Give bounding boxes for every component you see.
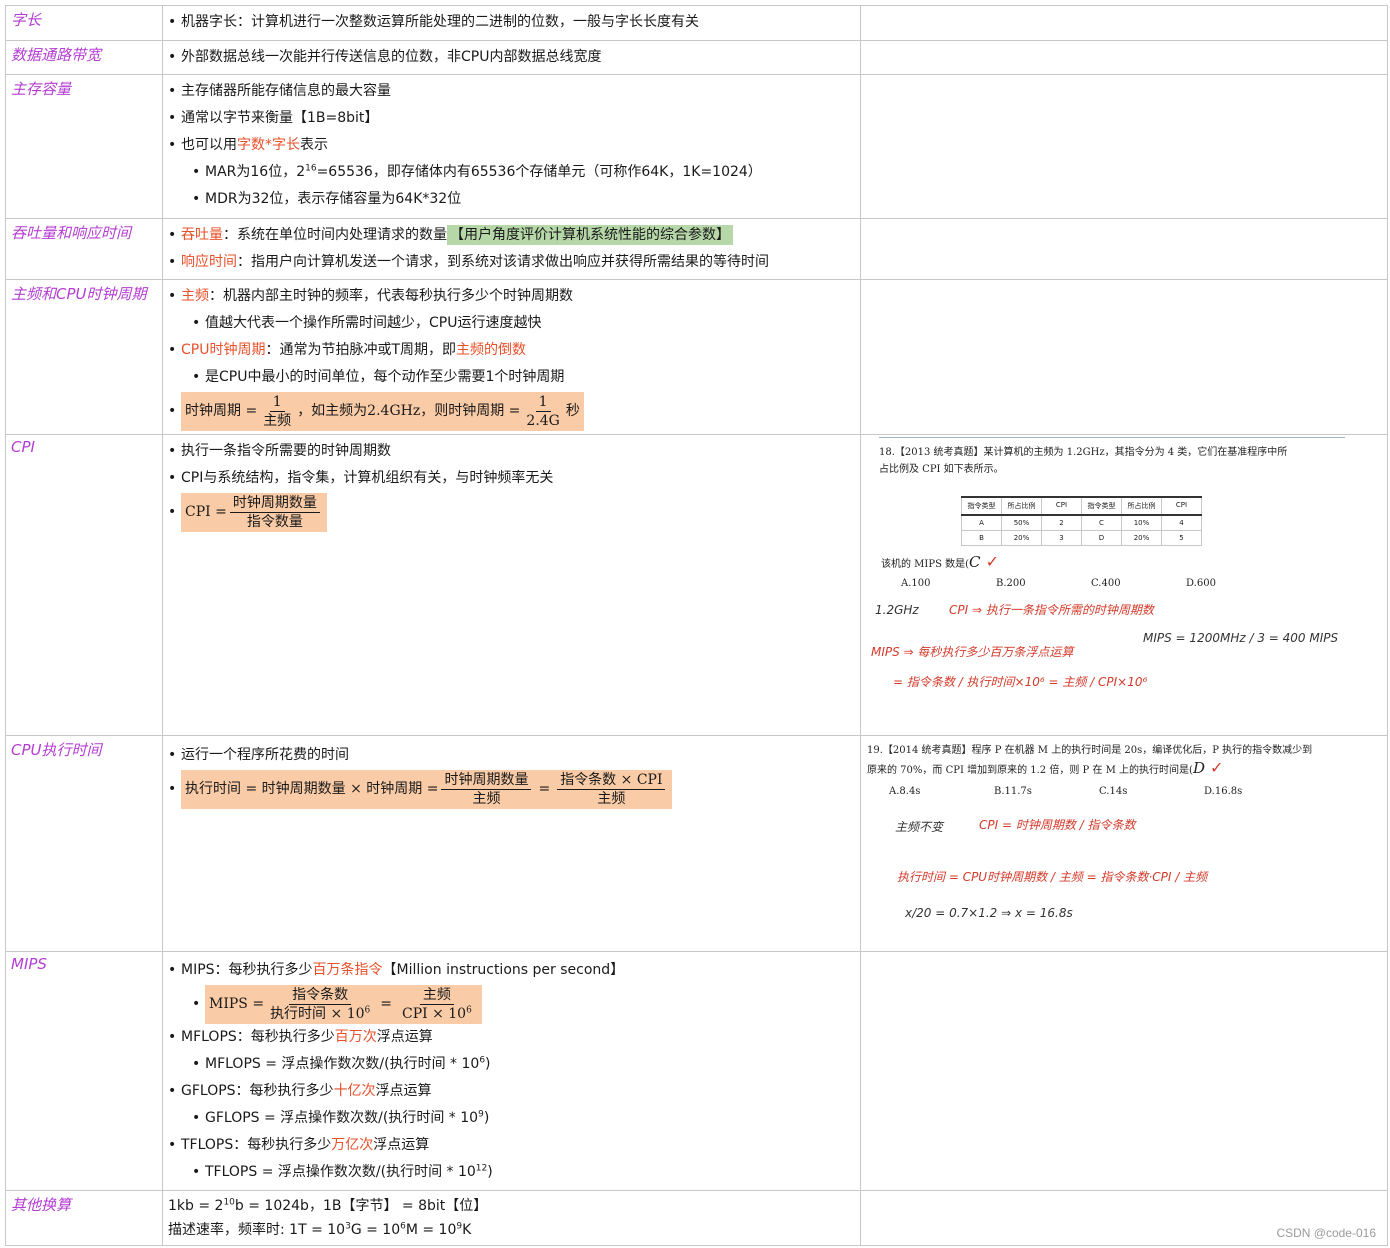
watermark: CSDN @code-016 (1276, 1226, 1376, 1240)
notes-table: 字长 机器字长：计算机进行一次整数运算所能处理的二进制的位数，一般与字长长度有关… (5, 5, 1388, 1246)
exam-cpi-table: 指令类型 所占比例 CPI 指令类型 所占比例 CPI A 50% 2 C 10% 4 B 20%… (961, 496, 1202, 546)
highlight: 【用户角度评价计算机系统性能的综合参数】 (447, 225, 733, 245)
bullet-item: 吞吐量：系统在单位时间内处理请求的数量【用户角度评价计算机系统性能的综合参数】 (168, 222, 855, 249)
bullet-item: MFLOPS：每秒执行多少百万次浮点运算 (168, 1024, 855, 1051)
bullet-sub-item: MIPS = 指令条数执行时间 × 106 = 主频CPI × 106 (192, 984, 855, 1024)
bullet-item: CPI与系统结构，指令集，计算机组织有关，与时钟频率无关 (168, 465, 855, 492)
fraction: 1 主频 (263, 393, 292, 429)
bullet-item: 机器字长：计算机进行一次整数运算所能处理的二进制的位数，一般与字长长度有关 (168, 9, 855, 36)
row-cpu-time: CPU执行时间 运行一个程序所花费的时间 执行时间 = 时钟周期数量 × 时钟周… (5, 735, 1388, 952)
image-cell (860, 951, 1388, 1191)
formula-box: 执行时间 = 时钟周期数量 × 时钟周期 = 时钟周期数量主频 = 指令条数 ×… (181, 769, 673, 809)
content-cell: 主存储器所能存储信息的最大容量 通常以字节来衡量【1B=8bit】 也可以用字数… (162, 74, 861, 219)
formula-box: CPI = 时钟周期数量指令数量 (181, 492, 327, 532)
handwritten-note: 主频不变 (895, 820, 944, 834)
handwritten-note: x/20 = 0.7×1.2 ⇒ x = 16.8s (905, 906, 1073, 920)
handwritten-note: MIPS ⇒ 每秒执行多少百万条浮点运算 (871, 645, 1074, 659)
exam-question-2013: 18.【2013 统考真题】某计算机的主频为 1.2GHz，其指令分为 4 类，… (879, 447, 1288, 475)
image-top-rule (879, 437, 1345, 438)
bullet-item: 运行一个程序所花费的时间 (168, 742, 855, 769)
bullet-item: 主频：机器内部主时钟的频率，代表每秒执行多少个时钟周期数 (168, 283, 855, 310)
bullet-item: 执行一条指令所需要的时钟周期数 (168, 438, 855, 465)
bullet-sub-item: TFLOPS = 浮点操作数次数/(执行时间 * 1012) (192, 1159, 855, 1186)
handwritten-note: 执行时间 = CPU时钟周期数 / 主频 = 指令条数·CPI / 主频 (897, 870, 1208, 884)
bullet-item: MIPS：每秒执行多少百万条指令【Million instructions pe… (168, 957, 855, 984)
image-cell (860, 40, 1388, 75)
fraction: 主频 CPI × 106 (401, 986, 472, 1022)
bullet-item: 也可以用字数*字长表示 (168, 132, 855, 159)
row-memory-capacity: 主存容量 主存储器所能存储信息的最大容量 通常以字节来衡量【1B=8bit】 也… (5, 74, 1388, 219)
fraction: 指令条数 执行时间 × 106 (270, 986, 371, 1022)
term-cell: 其他换算 (5, 1190, 163, 1246)
exam-image-cell: 19.【2014 统考真题】程序 P 在机器 M 上的执行时间是 20s，编译优… (860, 735, 1388, 952)
formula-box: 时钟周期 = 1主频 ，如主频为2.4GHz，则时钟周期 = 12.4G 秒 (181, 391, 584, 431)
content-cell: 主频：机器内部主时钟的频率，代表每秒执行多少个时钟周期数 值越大代表一个操作所需… (162, 279, 861, 435)
formula-box: MIPS = 指令条数执行时间 × 106 = 主频CPI × 106 (205, 984, 482, 1024)
handwritten-note: CPI = 时钟周期数 / 指令条数 (979, 818, 1136, 832)
term-cell: CPI (5, 434, 163, 736)
handwritten-note: CPI ⇒ 执行一条指令所需的时钟周期数 (949, 603, 1154, 617)
row-word-length: 字长 机器字长：计算机进行一次整数运算所能处理的二进制的位数，一般与字长长度有关 (5, 5, 1388, 41)
exam-image-cell: 18.【2013 统考真题】某计算机的主频为 1.2GHz，其指令分为 4 类，… (860, 434, 1388, 736)
term-cell: 主存容量 (5, 74, 163, 219)
bullet-sub-item: GFLOPS = 浮点操作数次数/(执行时间 * 109) (192, 1105, 855, 1132)
bullet-sub-item: 值越大代表一个操作所需时间越少，CPU运行速度越快 (192, 310, 855, 337)
bullet-item: 时钟周期 = 1主频 ，如主频为2.4GHz，则时钟周期 = 12.4G 秒 (168, 391, 855, 431)
bullet-item: CPU时钟周期：通常为节拍脉冲或T周期，即主频的倒数 (168, 337, 855, 364)
fraction: 指令条数 × CPI 主频 (557, 771, 666, 808)
row-conversion: 其他换算 1kb = 210b = 1024b，1B【字节】 = 8bit【位】… (5, 1190, 1388, 1246)
fraction: 1 2.4G (526, 393, 560, 429)
exam-prompt: 该机的 MIPS 数是(C ✓ (881, 552, 1000, 571)
row-clock: 主频和CPU时钟周期 主频：机器内部主时钟的频率，代表每秒执行多少个时钟周期数 … (5, 279, 1388, 435)
content-cell: 吞吐量：系统在单位时间内处理请求的数量【用户角度评价计算机系统性能的综合参数】 … (162, 218, 861, 280)
image-cell (860, 74, 1388, 219)
content-cell: 外部数据总线一次能并行传送信息的位数，非CPU内部数据总线宽度 (162, 40, 861, 75)
bullet-item: 响应时间：指用户向计算机发送一个请求，到系统对该请求做出响应并获得所需结果的等待… (168, 249, 855, 276)
image-cell (860, 5, 1388, 41)
content-cell: 执行一条指令所需要的时钟周期数 CPI与系统结构，指令集，计算机组织有关，与时钟… (162, 434, 861, 736)
image-cell (860, 279, 1388, 435)
row-bus-width: 数据通路带宽 外部数据总线一次能并行传送信息的位数，非CPU内部数据总线宽度 (5, 40, 1388, 75)
bullet-item: 通常以字节来衡量【1B=8bit】 (168, 105, 855, 132)
bullet-item: 外部数据总线一次能并行传送信息的位数，非CPU内部数据总线宽度 (168, 44, 855, 71)
handwritten-note: MIPS = 1200MHz / 3 = 400 MIPS (1143, 631, 1339, 645)
content-cell: 机器字长：计算机进行一次整数运算所能处理的二进制的位数，一般与字长长度有关 (162, 5, 861, 41)
conversion-line: 1kb = 210b = 1024b，1B【字节】 = 8bit【位】 (168, 1197, 488, 1214)
row-cpi: CPI 执行一条指令所需要的时钟周期数 CPI与系统结构，指令集，计算机组织有关… (5, 434, 1388, 736)
fraction: 时钟周期数量 指令数量 (229, 494, 320, 531)
exam-options: A.8.4s B.11.7s C.14s D.16.8s (889, 786, 1243, 797)
term-cell: 字长 (5, 5, 163, 41)
term-cell: MIPS (5, 951, 163, 1191)
content-cell: 1kb = 210b = 1024b，1B【字节】 = 8bit【位】 描述速率… (162, 1190, 861, 1246)
content-cell: MIPS：每秒执行多少百万条指令【Million instructions pe… (162, 951, 861, 1191)
term-cell: 主频和CPU时钟周期 (5, 279, 163, 435)
bullet-sub-item: 是CPU中最小的时间单位，每个动作至少需要1个时钟周期 (192, 364, 855, 391)
term-cell: 数据通路带宽 (5, 40, 163, 75)
bullet-item: GFLOPS：每秒执行多少十亿次浮点运算 (168, 1078, 855, 1105)
term-cell: 吞吐量和响应时间 (5, 218, 163, 280)
bullet-sub-item: MAR为16位，216=65536，即存储体内有65536个存储单元（可称作64… (192, 159, 855, 186)
term-cell: CPU执行时间 (5, 735, 163, 952)
image-cell (860, 218, 1388, 280)
bullet-item: 主存储器所能存储信息的最大容量 (168, 78, 855, 105)
fraction: 时钟周期数量 主频 (441, 771, 532, 808)
bullet-item: CPI = 时钟周期数量指令数量 (168, 492, 855, 532)
handwritten-note: = 指令条数 / 执行时间×10⁶ = 主频 / CPI×10⁶ (893, 675, 1148, 689)
bullet-item: 执行时间 = 时钟周期数量 × 时钟周期 = 时钟周期数量主频 = 指令条数 ×… (168, 769, 855, 809)
bullet-sub-item: MFLOPS = 浮点操作数次数/(执行时间 * 106) (192, 1051, 855, 1078)
bullet-sub-item: MDR为32位，表示存储容量为64K*32位 (192, 186, 855, 213)
content-cell: 运行一个程序所花费的时间 执行时间 = 时钟周期数量 × 时钟周期 = 时钟周期… (162, 735, 861, 952)
exam-options: A.100 B.200 C.400 D.600 (901, 578, 1216, 589)
conversion-line: 描述速率，频率时: 1T = 103G = 106M = 109K (168, 1221, 472, 1238)
exam-question-2014: 19.【2014 统考真题】程序 P 在机器 M 上的执行时间是 20s，编译优… (867, 745, 1313, 777)
handwritten-note: 1.2GHz (875, 603, 919, 617)
row-mips: MIPS MIPS：每秒执行多少百万条指令【Million instructio… (5, 951, 1388, 1191)
bullet-item: TFLOPS：每秒执行多少万亿次浮点运算 (168, 1132, 855, 1159)
row-throughput: 吞吐量和响应时间 吞吐量：系统在单位时间内处理请求的数量【用户角度评价计算机系统… (5, 218, 1388, 280)
